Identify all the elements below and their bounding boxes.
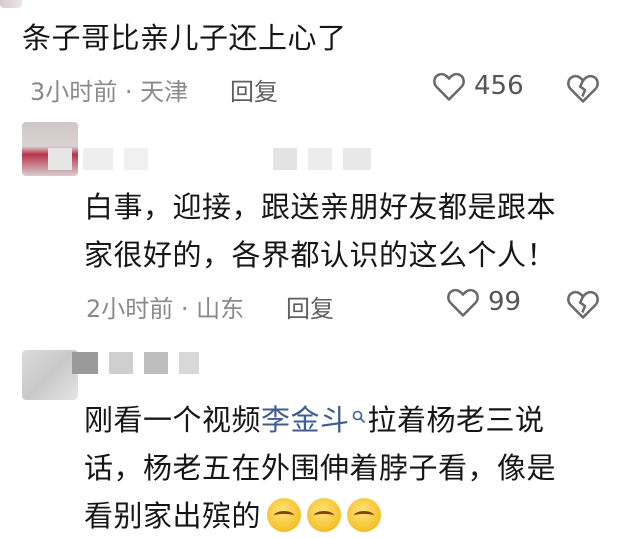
like-button[interactable]: 99 [446, 286, 521, 318]
comment-text-line-1: 白事，迎接，跟送亲朋好友都是跟本 [84, 190, 557, 224]
comment-meta: 2小时前 · 山东 [86, 295, 245, 323]
text-segment: 刚看一个视频 [84, 403, 262, 437]
comment-meta: 3小时前 · 天津 [30, 78, 189, 106]
comment-text-line-3: 看别家出殡的 [84, 494, 382, 538]
like-count: 99 [488, 287, 522, 317]
username-blurred [48, 148, 377, 170]
laughing-emoji-icon [267, 498, 302, 532]
mention-link[interactable]: 李金斗 [261, 403, 350, 437]
comment-text-line-2: 话，杨老五在外围伸着脖子看，像是 [84, 451, 557, 485]
heart-outline-icon [433, 72, 465, 101]
text-segment: 拉着杨老三说 [367, 403, 545, 437]
like-button[interactable]: 456 [432, 70, 524, 102]
broken-heart-icon[interactable] [566, 288, 600, 320]
heart-outline-icon [447, 288, 479, 317]
laughing-emoji-icon [307, 498, 342, 532]
avatar[interactable] [22, 350, 78, 400]
text-segment: 看别家出殡的 [84, 499, 262, 533]
comment-text-line-1: 刚看一个视频李金斗 拉着杨老三说 [84, 398, 545, 442]
reply-button[interactable]: 回复 [230, 72, 278, 107]
search-icon[interactable] [352, 410, 366, 424]
avatar[interactable] [0, 0, 22, 8]
reply-button[interactable]: 回复 [286, 289, 334, 324]
username-blurred [72, 352, 205, 374]
like-count: 456 [474, 71, 524, 101]
laughing-emoji-icon [347, 498, 382, 532]
broken-heart-icon[interactable] [566, 72, 600, 104]
comment-1: 条子哥比亲儿子还上心了 3小时前 · 天津 回复 456 [0, 0, 640, 125]
comment-text: 条子哥比亲儿子还上心了 [22, 21, 347, 55]
comment-text-line-2: 家很好的，各界都认识的这么个人！ [84, 238, 557, 272]
